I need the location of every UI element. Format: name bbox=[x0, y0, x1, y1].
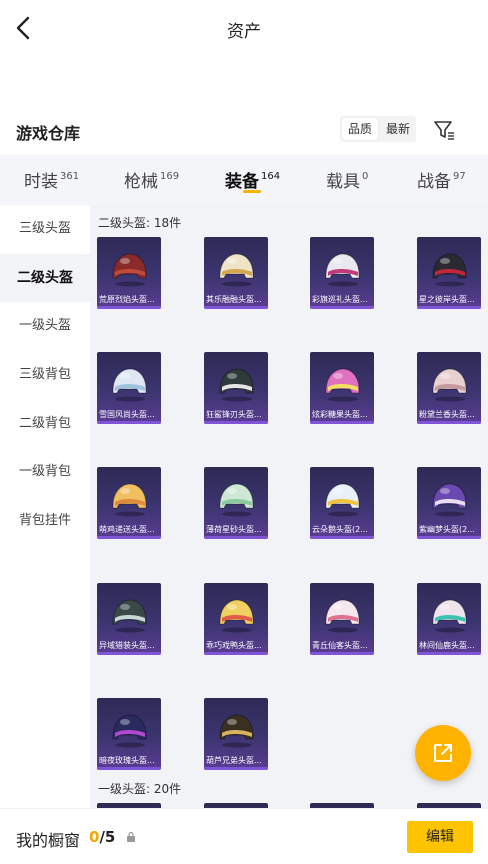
sidebar-item-level1-helmet[interactable]: 一级头盔 bbox=[0, 302, 90, 350]
item-name: 乖巧戏鸭头盔... bbox=[206, 641, 262, 650]
share-out-icon bbox=[434, 744, 452, 762]
sidebar-item-level3-backpack[interactable]: 三级背包 bbox=[0, 351, 90, 399]
edit-button[interactable]: 编辑 bbox=[407, 821, 473, 853]
item-card[interactable]: 薄荷星砂头盔... bbox=[204, 467, 268, 539]
showcase-count: 0/5 bbox=[89, 828, 115, 846]
item-name: 彩旗巡礼头盔... bbox=[312, 295, 368, 304]
helmet-icon bbox=[112, 714, 147, 748]
sidebar-item-level2-backpack[interactable]: 二级背包 bbox=[0, 400, 90, 448]
group-label: 二级头盔: 18件 bbox=[98, 216, 182, 230]
sort-toggle: 品质 最新 bbox=[340, 116, 416, 142]
warehouse-header: 游戏仓库 品质 最新 bbox=[0, 112, 488, 152]
item-name: 荒原烈焰头盔... bbox=[99, 295, 155, 304]
helmet-icon bbox=[325, 368, 360, 402]
helmet-icon bbox=[112, 483, 147, 517]
item-name: 粉黛兰香头盔... bbox=[419, 410, 475, 419]
helmet-icon bbox=[112, 599, 147, 633]
item-name: 紫幽梦头盔(2... bbox=[419, 525, 475, 534]
sidebar-item-level1-backpack[interactable]: 一级背包 bbox=[0, 448, 90, 496]
sort-latest[interactable]: 最新 bbox=[380, 116, 416, 142]
helmet-icon bbox=[219, 368, 254, 402]
lock-icon bbox=[127, 831, 135, 842]
item-card[interactable]: 云朵鹅头盔(2... bbox=[310, 467, 374, 539]
category-tabs: 时装 361 枪械 169 装备 164 载具 0 战备 97 bbox=[0, 155, 488, 205]
item-grid: 二级头盔: 18件 一级头盔: 20件 荒原烈焰头盔... 其乐融融头盔... 彩旗… bbox=[90, 205, 488, 808]
item-name: 狂鲨锋刃头盔... bbox=[206, 410, 262, 419]
helmet-icon bbox=[325, 599, 360, 633]
helmet-icon bbox=[432, 483, 467, 517]
sidebar-item-level2-helmet[interactable]: 二级头盔 bbox=[0, 254, 90, 302]
tab-label: 枪械 bbox=[124, 172, 158, 192]
item-card[interactable]: 彩旗巡礼头盔... bbox=[310, 237, 374, 309]
tab-count: 169 bbox=[160, 171, 180, 182]
helmet-icon bbox=[432, 599, 467, 633]
item-name: 星之彼岸头盔... bbox=[419, 295, 475, 304]
item-name: 林间仙鹿头盔... bbox=[419, 641, 475, 650]
item-name: 雪国风尚头盔... bbox=[99, 410, 155, 419]
helmet-icon bbox=[432, 368, 467, 402]
tab-label: 时装 bbox=[24, 172, 58, 192]
tab-label: 战备 bbox=[417, 172, 451, 192]
showcase-total: 5 bbox=[104, 828, 116, 846]
helmet-icon bbox=[219, 599, 254, 633]
item-card[interactable]: 萌鸡递送头盔... bbox=[97, 467, 161, 539]
item-card[interactable]: 其乐融融头盔... bbox=[204, 237, 268, 309]
item-card[interactable]: 乖巧戏鸭头盔... bbox=[204, 583, 268, 655]
top-bar: 资产 bbox=[0, 0, 488, 56]
helmet-icon bbox=[219, 483, 254, 517]
item-name: 葫芦兄弟头盔... bbox=[206, 756, 262, 765]
tab-label: 装备 bbox=[225, 172, 259, 192]
helmet-icon bbox=[219, 253, 254, 287]
subcategory-sidebar: 三级头盔 二级头盔 一级头盔 三级背包 二级背包 一级背包 背包挂件 bbox=[0, 205, 90, 808]
item-name: 薄荷星砂头盔... bbox=[206, 525, 262, 534]
item-name: 异域猎装头盔... bbox=[99, 641, 155, 650]
page-title: 资产 bbox=[227, 22, 261, 42]
tab-supplies[interactable]: 战备 97 bbox=[417, 167, 466, 197]
filter-button[interactable] bbox=[432, 118, 456, 142]
item-card[interactable]: 星之彼岸头盔... bbox=[417, 237, 481, 309]
item-name: 青丘仙客头盔... bbox=[312, 641, 368, 650]
helmet-icon bbox=[219, 714, 254, 748]
item-card[interactable]: 异域猎装头盔... bbox=[97, 583, 161, 655]
helmet-icon bbox=[325, 253, 360, 287]
tab-fashion[interactable]: 时装 361 bbox=[24, 167, 79, 197]
item-card[interactable]: 荒原烈焰头盔... bbox=[97, 237, 161, 309]
item-card[interactable]: 紫幽梦头盔(2... bbox=[417, 467, 481, 539]
sidebar-item-level3-helmet[interactable]: 三级头盔 bbox=[0, 205, 90, 253]
group-label: 一级头盔: 20件 bbox=[98, 782, 182, 796]
tab-count: 97 bbox=[453, 171, 466, 182]
item-card[interactable]: 林间仙鹿头盔... bbox=[417, 583, 481, 655]
item-card[interactable]: 青丘仙客头盔... bbox=[310, 583, 374, 655]
section-title: 游戏仓库 bbox=[16, 124, 81, 143]
tab-count: 0 bbox=[362, 171, 369, 182]
helmet-icon bbox=[325, 483, 360, 517]
item-card[interactable]: 炫彩糖果头盔... bbox=[310, 352, 374, 424]
filter-icon bbox=[434, 121, 454, 140]
tab-count: 361 bbox=[60, 171, 80, 182]
item-name: 萌鸡递送头盔... bbox=[99, 525, 155, 534]
item-name: 云朵鹅头盔(2... bbox=[312, 525, 368, 534]
showcase-label: 我的橱窗 bbox=[16, 831, 81, 850]
item-card[interactable]: 雪国风尚头盔... bbox=[97, 352, 161, 424]
item-name: 炫彩糖果头盔... bbox=[312, 410, 368, 419]
helmet-icon bbox=[112, 368, 147, 402]
item-name: 其乐融融头盔... bbox=[206, 295, 262, 304]
item-card[interactable]: 狂鲨锋刃头盔... bbox=[204, 352, 268, 424]
tab-vehicles[interactable]: 载具 0 bbox=[326, 167, 368, 197]
helmet-icon bbox=[112, 253, 147, 287]
sort-quality[interactable]: 品质 bbox=[342, 118, 378, 140]
bottom-bar: 我的橱窗 0/5 编辑 bbox=[0, 808, 488, 864]
item-name: 暗夜玫瑰头盔... bbox=[99, 756, 155, 765]
tab-weapons[interactable]: 枪械 169 bbox=[124, 167, 179, 197]
tab-label: 载具 bbox=[326, 172, 360, 192]
tab-count: 164 bbox=[261, 171, 281, 182]
item-card[interactable]: 粉黛兰香头盔... bbox=[417, 352, 481, 424]
helmet-icon bbox=[432, 253, 467, 287]
item-card[interactable]: 暗夜玫瑰头盔... bbox=[97, 698, 161, 770]
sidebar-item-backpack-charm[interactable]: 背包挂件 bbox=[0, 497, 90, 545]
active-tab-indicator bbox=[243, 190, 261, 193]
share-button[interactable] bbox=[415, 725, 471, 781]
showcase-used: 0 bbox=[89, 828, 100, 846]
item-card[interactable]: 葫芦兄弟头盔... bbox=[204, 698, 268, 770]
